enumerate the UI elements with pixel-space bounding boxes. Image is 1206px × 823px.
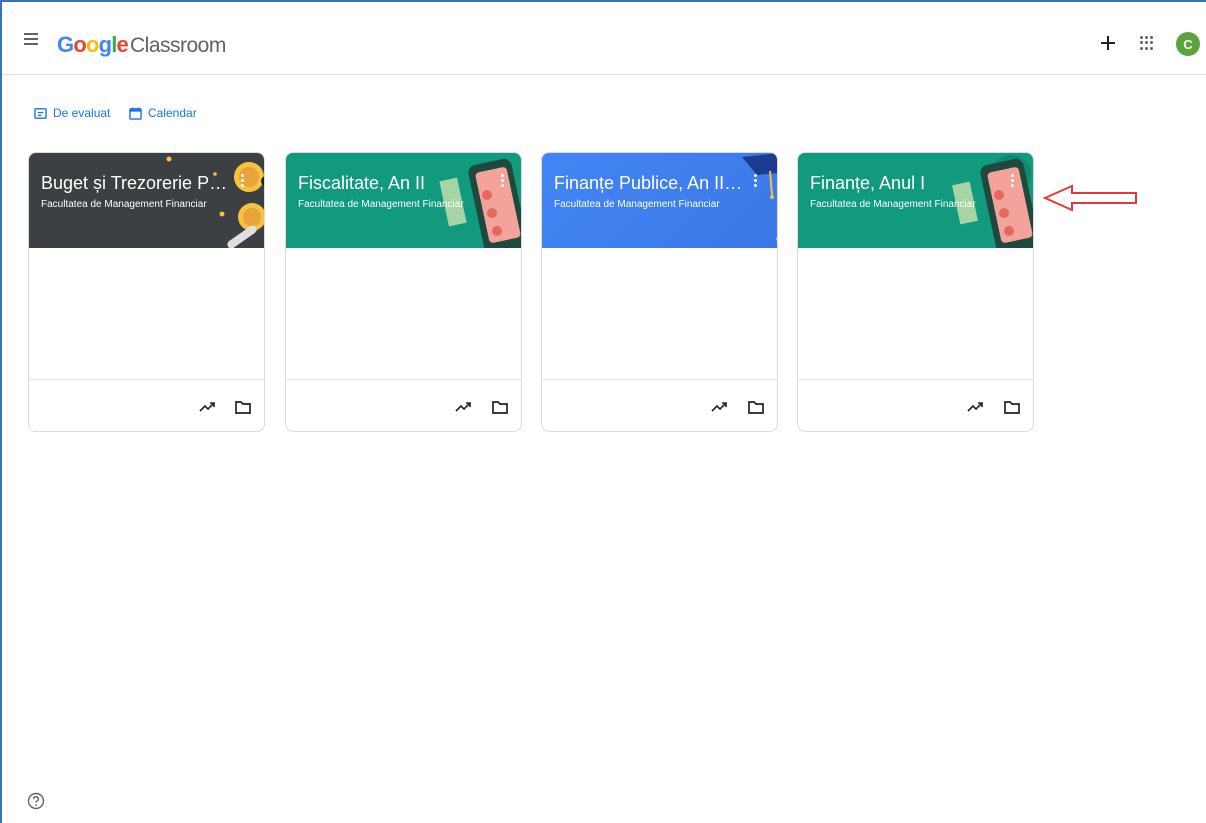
annotation-arrow-icon xyxy=(1042,184,1137,212)
trending-icon[interactable] xyxy=(453,397,473,417)
trending-icon[interactable] xyxy=(709,397,729,417)
divider xyxy=(29,379,264,380)
class-title[interactable]: Buget și Trezorerie Pu... xyxy=(41,173,231,194)
top-app-bar: Google Classroom C xyxy=(2,2,1206,75)
product-name: Classroom xyxy=(129,34,226,57)
calendar-link[interactable]: Calendar xyxy=(129,106,197,120)
trending-icon[interactable] xyxy=(197,397,217,417)
more-options-icon[interactable] xyxy=(1004,171,1020,189)
class-card[interactable]: Buget și Trezorerie Pu... Facultatea de … xyxy=(28,152,265,432)
trending-icon[interactable] xyxy=(965,397,985,417)
more-options-icon[interactable] xyxy=(234,171,250,189)
divider xyxy=(286,379,521,380)
folder-icon[interactable] xyxy=(233,397,253,417)
class-title[interactable]: Finanțe, Anul I xyxy=(810,173,925,194)
help-icon[interactable] xyxy=(27,792,45,810)
class-subtitle: Facultatea de Management Financiar xyxy=(41,199,207,210)
divider xyxy=(798,379,1033,380)
class-subtitle: Facultatea de Management Financiar xyxy=(810,199,976,210)
calendar-label: Calendar xyxy=(148,106,197,120)
folder-icon[interactable] xyxy=(746,397,766,417)
to-review-link[interactable]: De evaluat xyxy=(34,106,110,120)
create-or-join-class-button[interactable] xyxy=(1097,32,1119,54)
class-card[interactable]: Finanțe Publice, An II ... Facultatea de… xyxy=(541,152,778,432)
main-menu-button[interactable] xyxy=(20,28,42,50)
google-apps-icon[interactable] xyxy=(1140,36,1154,50)
class-card-banner[interactable]: Finanțe, Anul I Facultatea de Management… xyxy=(798,153,1033,248)
class-subtitle: Facultatea de Management Financiar xyxy=(554,199,720,210)
class-subtitle: Facultatea de Management Financiar xyxy=(298,199,464,210)
folder-icon[interactable] xyxy=(490,397,510,417)
more-options-icon[interactable] xyxy=(747,171,763,189)
calendar-icon xyxy=(129,106,142,120)
review-icon xyxy=(34,107,47,119)
class-title[interactable]: Finanțe Publice, An II ... xyxy=(554,173,744,194)
class-card[interactable]: Finanțe, Anul I Facultatea de Management… xyxy=(797,152,1034,432)
divider xyxy=(542,379,777,380)
class-title[interactable]: Fiscalitate, An II xyxy=(298,173,425,194)
google-classroom-logo[interactable]: Google Classroom xyxy=(57,32,226,58)
to-review-label: De evaluat xyxy=(53,106,111,120)
folder-icon[interactable] xyxy=(1002,397,1022,417)
class-card[interactable]: Fiscalitate, An II Facultatea de Managem… xyxy=(285,152,522,432)
class-card-banner[interactable]: Finanțe Publice, An II ... Facultatea de… xyxy=(542,153,777,248)
account-avatar[interactable]: C xyxy=(1176,32,1200,56)
class-card-banner[interactable]: Fiscalitate, An II Facultatea de Managem… xyxy=(286,153,521,248)
more-options-icon[interactable] xyxy=(494,171,510,189)
class-card-banner[interactable]: Buget și Trezorerie Pu... Facultatea de … xyxy=(29,153,264,248)
